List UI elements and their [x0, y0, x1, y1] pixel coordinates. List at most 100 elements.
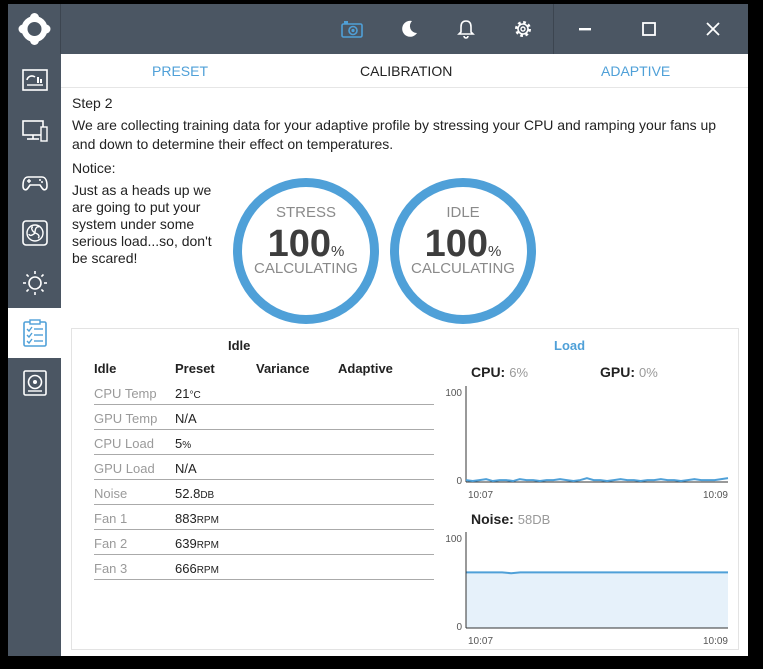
row-unit: RPM [196, 540, 219, 551]
row-number: 21 [175, 386, 190, 401]
checklist-icon [22, 319, 47, 347]
titlebar-separator [553, 4, 554, 54]
row-label: Fan 2 [94, 536, 128, 551]
row-unit: °C [189, 390, 201, 401]
noise-x-tick-start: 10:07 [468, 636, 493, 647]
sidebar-item-storage[interactable] [8, 358, 61, 408]
row-value: 883RPM [175, 511, 219, 526]
noise-value: 58DB [517, 512, 551, 527]
sidebar-item-lighting[interactable] [8, 258, 61, 308]
noise-chart: 100 0 10:07 10:09 [445, 532, 728, 647]
sidebar-item-gaming[interactable] [8, 158, 61, 208]
row-value: 666RPM [175, 561, 219, 576]
title-bar [8, 4, 748, 54]
sidebar-item-monitor[interactable] [8, 106, 61, 156]
cpu-readout: CPU: 6% [471, 364, 528, 380]
row-value: N/A [175, 411, 197, 426]
brightness-icon [22, 271, 47, 295]
row-unit: RPM [196, 515, 219, 526]
row-number: N/A [175, 411, 197, 426]
gamepad-icon [21, 176, 48, 191]
tab-adaptive[interactable]: ADAPTIVE [601, 63, 670, 79]
stress-ring: STRESS 100% CALCULATING [233, 178, 379, 324]
row-value: 52.8DB [175, 486, 214, 501]
load-y-tick-max: 100 [445, 388, 462, 399]
column-header-variance: Variance [256, 361, 310, 376]
noise-readout: Noise: 58DB [471, 511, 550, 527]
panel-idle-title: Idle [228, 338, 251, 353]
gear-icon[interactable] [510, 16, 536, 42]
stress-status: CALCULATING [254, 260, 358, 277]
idle-status: CALCULATING [411, 260, 515, 277]
close-icon[interactable] [700, 16, 726, 42]
maximize-icon[interactable] [636, 16, 662, 42]
minimize-icon[interactable] [572, 16, 598, 42]
gpu-readout: GPU: 0% [600, 364, 658, 380]
results-panel: Idle Load Idle Preset Variance Adaptive … [71, 328, 739, 650]
noise-x-tick-end: 10:09 [703, 636, 728, 647]
main-content: PRESET CALIBRATION ADAPTIVE Step 2 We ar… [61, 54, 748, 656]
load-x-tick-start: 10:07 [468, 490, 493, 501]
row-number: 52.8 [175, 486, 201, 501]
noise-y-tick-max: 100 [445, 534, 462, 545]
stress-percent: 100 [267, 223, 332, 265]
row-unit: RPM [196, 565, 219, 576]
stress-label: STRESS [275, 204, 336, 221]
noise-y-tick-min: 0 [456, 622, 462, 633]
idle-unit: % [488, 243, 502, 260]
bell-icon[interactable] [453, 16, 479, 42]
row-label: CPU Temp [94, 386, 157, 401]
row-unit: DB [200, 490, 215, 501]
idle-ring: IDLE 100% CALCULATING [390, 178, 536, 324]
load-chart: 100 0 10:07 10:09 [445, 386, 729, 501]
table-row: GPU Load N/A [94, 455, 434, 480]
noise-label: Noise: [471, 511, 514, 527]
cpu-load-series [465, 477, 729, 483]
noise-series [466, 571, 728, 575]
row-label: Fan 3 [94, 561, 128, 576]
row-label: GPU Temp [94, 411, 158, 426]
app-logo[interactable] [8, 4, 61, 54]
row-label: Noise [94, 486, 128, 501]
panel-load-title[interactable]: Load [554, 338, 585, 353]
column-header-idle: Idle [94, 361, 117, 376]
column-header-adaptive: Adaptive [338, 361, 393, 376]
dashboard-icon [21, 69, 48, 91]
gpu-label: GPU: [600, 364, 635, 380]
disk-icon [22, 370, 47, 396]
step-title: Step 2 [72, 95, 113, 111]
row-value: 5% [175, 436, 191, 451]
load-x-tick-end: 10:09 [703, 490, 728, 501]
table-row: GPU Temp N/A [94, 405, 434, 430]
table-row: CPU Load 5% [94, 430, 434, 455]
table-row: Noise 52.8DB [94, 480, 434, 505]
camera-icon[interactable] [339, 16, 365, 42]
row-value: 21°C [175, 386, 201, 401]
app-window: PRESET CALIBRATION ADAPTIVE Step 2 We ar… [8, 4, 748, 656]
sidebar-item-fans[interactable] [8, 208, 61, 258]
table-row: Fan 2 639RPM [94, 530, 434, 555]
notice-title: Notice: [72, 160, 116, 176]
row-number: 639 [175, 536, 197, 551]
row-label: CPU Load [94, 436, 154, 451]
row-number: 883 [175, 511, 197, 526]
tab-bar: PRESET CALIBRATION ADAPTIVE [61, 54, 748, 88]
sidebar-item-calibration[interactable] [8, 308, 61, 358]
tab-calibration[interactable]: CALIBRATION [360, 63, 452, 79]
sidebar-item-dashboard[interactable] [8, 56, 61, 106]
gpu-value: 0% [639, 365, 658, 380]
monitor-icon [21, 120, 48, 142]
table-row: Fan 1 883RPM [94, 505, 434, 530]
cpu-label: CPU: [471, 364, 506, 380]
column-header-preset: Preset [175, 361, 215, 376]
noise-area-fill [466, 572, 728, 628]
tab-preset[interactable]: PRESET [152, 63, 208, 79]
row-value: 639RPM [175, 536, 219, 551]
load-y-tick-min: 0 [456, 476, 462, 487]
stress-unit: % [331, 243, 345, 260]
row-label: Fan 1 [94, 511, 128, 526]
moon-icon[interactable] [396, 16, 422, 42]
idle-percent: 100 [424, 223, 489, 265]
table-row: CPU Temp 21°C [94, 380, 434, 405]
row-number: 666 [175, 561, 197, 576]
